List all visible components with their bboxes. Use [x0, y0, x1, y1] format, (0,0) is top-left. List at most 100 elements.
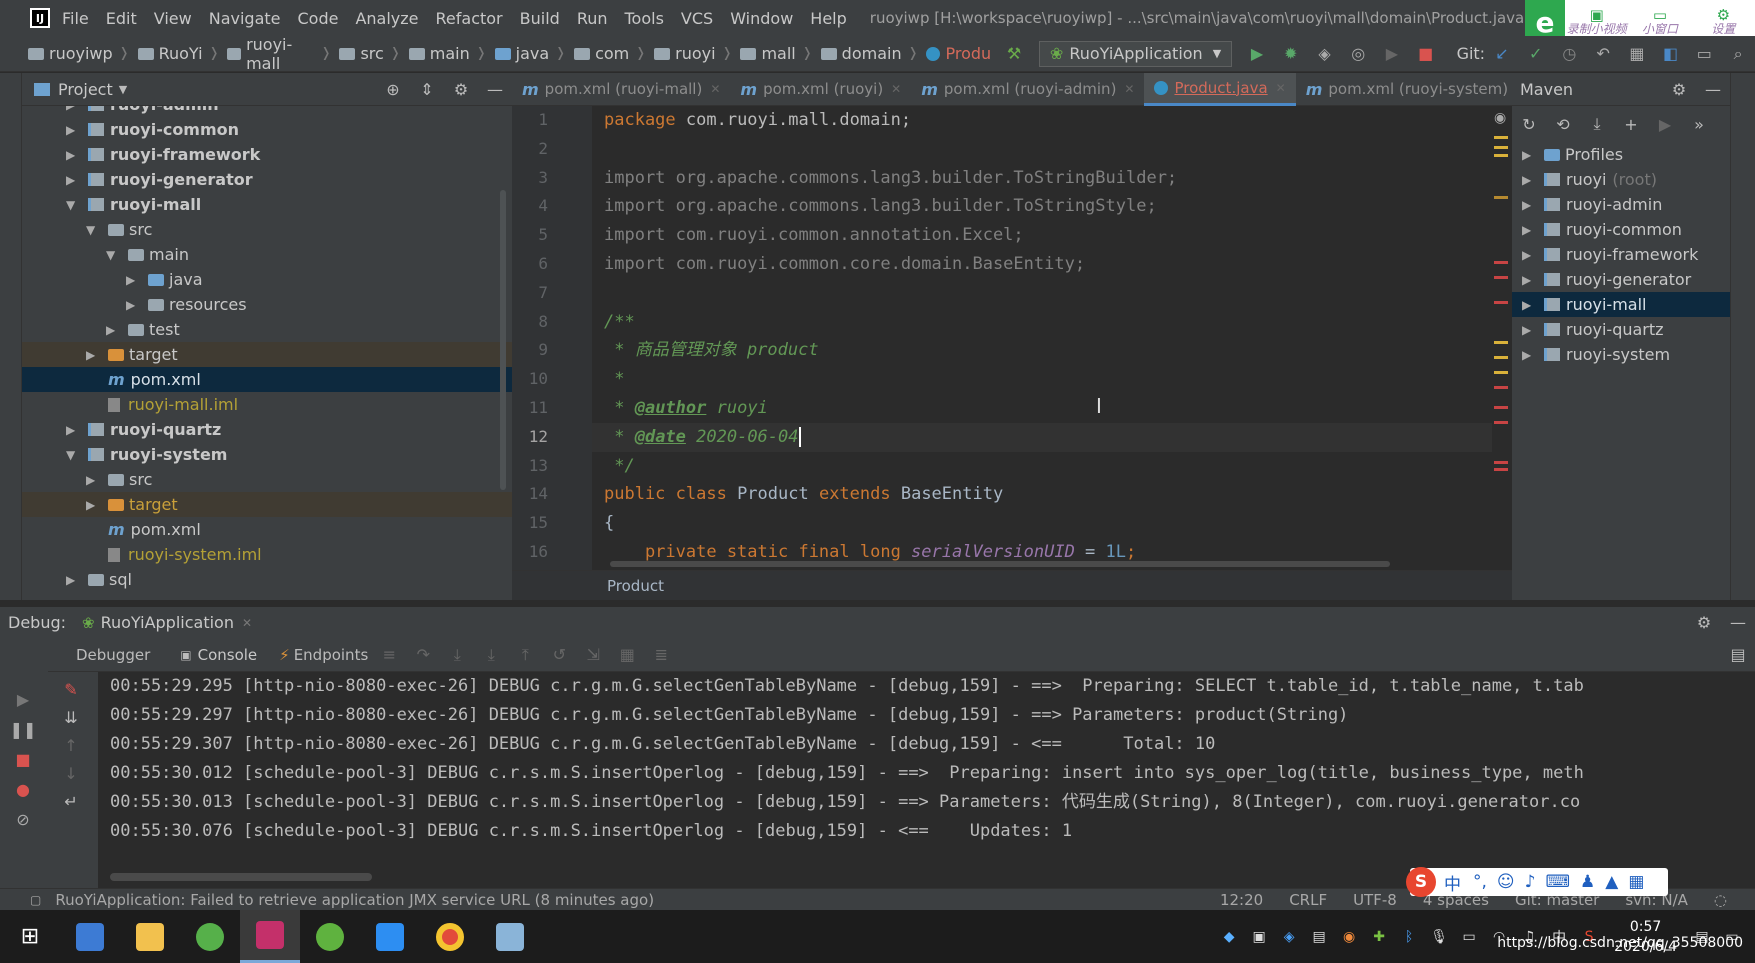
maven-tree-node[interactable]: ▶ ruoyi-mall [1512, 292, 1730, 317]
step-over-icon[interactable]: ↷ [414, 645, 432, 664]
maven-tree-node[interactable]: ▶ ruoyi-common [1512, 217, 1730, 242]
tree-node[interactable]: ▶ ruoyi-generator [22, 167, 512, 192]
resume-icon[interactable]: ▶ [14, 690, 32, 709]
menu-item-build[interactable]: Build [520, 9, 560, 28]
menu-item-vcs[interactable]: VCS [681, 9, 713, 28]
chevron-right-icon[interactable]: ▶ [86, 348, 100, 362]
gear-icon[interactable]: ⚙ [1695, 613, 1713, 632]
notifications-icon[interactable]: ◌ [1714, 891, 1727, 909]
chevron-right-icon[interactable]: ▶ [86, 473, 100, 487]
step-into-icon[interactable]: ⤓ [448, 645, 466, 664]
chevron-right-icon[interactable]: ▶ [106, 323, 120, 337]
code-line[interactable]: import org.apache.commons.lang3.builder.… [592, 164, 1492, 193]
record-video-button[interactable]: ▣ 录制小视频 [1565, 8, 1628, 37]
code-line[interactable]: public class Product extends BaseEntity [592, 480, 1492, 509]
chevron-right-icon[interactable]: ▶ [1522, 223, 1536, 237]
chevron-right-icon[interactable]: ▶ [66, 573, 80, 587]
chevron-right-icon[interactable]: ▶ [66, 173, 80, 187]
chevron-down-icon[interactable]: ▼ [106, 248, 120, 262]
menu-item-code[interactable]: Code [298, 9, 339, 28]
evaluate-icon[interactable]: ▦ [618, 645, 636, 664]
hide-icon[interactable]: — [486, 80, 504, 99]
code-line[interactable]: /** [592, 308, 1492, 337]
stop-icon[interactable]: ■ [14, 750, 32, 769]
download-icon[interactable]: ⤓ [1588, 114, 1606, 133]
add-icon[interactable]: + [1622, 115, 1640, 134]
console-line[interactable]: 00:55:29.297 [http-nio-8080-exec-26] DEB… [98, 701, 1738, 730]
hide-icon[interactable]: — [1704, 80, 1722, 99]
editor-tab[interactable]: m pom.xml (ruoyi) ✕ [730, 73, 911, 106]
more-icon[interactable]: » [1690, 115, 1708, 134]
chevron-right-icon[interactable]: ▶ [126, 298, 140, 312]
menu-item-window[interactable]: Window [730, 9, 793, 28]
menu-item-help[interactable]: Help [810, 9, 846, 28]
taskbar-app-chrome[interactable] [420, 910, 480, 963]
tab-endpoints[interactable]: Endpoints [294, 646, 369, 664]
status-message[interactable]: RuoYiApplication: Failed to retrieve app… [55, 891, 654, 909]
breadcrumb-item[interactable]: com ❭ [574, 44, 646, 63]
run-icon[interactable]: ▶ [1248, 44, 1266, 63]
tree-node[interactable]: m pom.xml [22, 367, 512, 392]
tree-node[interactable]: ▶ ruoyi-quartz [22, 417, 512, 442]
menu-item-run[interactable]: Run [577, 9, 608, 28]
maven-tree-node[interactable]: ▶ ruoyi (root) [1512, 167, 1730, 192]
maven-tree-node[interactable]: ▶ ruoyi-quartz [1512, 317, 1730, 342]
tree-node[interactable]: ▶ java [22, 267, 512, 292]
debug-icon[interactable]: ✹ [1282, 44, 1300, 63]
mute-breakpoints-icon[interactable]: ⊘ [14, 810, 32, 829]
console-output[interactable]: 00:55:29.295 [http-nio-8080-exec-26] DEB… [98, 672, 1738, 888]
tree-node[interactable]: ▶ ruoyi-common [22, 117, 512, 142]
console-line[interactable]: 00:55:29.295 [http-nio-8080-exec-26] DEB… [98, 672, 1738, 701]
chevron-right-icon[interactable]: ▶ [66, 123, 80, 137]
keyboard-icon[interactable]: ⌨ [1546, 872, 1571, 892]
bluetooth-icon[interactable]: ᛒ [1396, 927, 1422, 947]
menu-item-refactor[interactable]: Refactor [436, 9, 503, 28]
breadcrumb-item[interactable]: RuoYi ❭ [137, 44, 219, 63]
code-line[interactable] [592, 279, 1492, 308]
skin-icon[interactable]: ▲ [1605, 872, 1618, 892]
debug-session-tab[interactable]: RuoYiApplication [101, 613, 234, 632]
chevron-right-icon[interactable]: ▶ [1522, 323, 1536, 337]
code-line[interactable]: * [592, 365, 1492, 394]
taskbar-app-computer[interactable] [60, 910, 120, 963]
tree-node[interactable]: ruoyi-system.iml [22, 542, 512, 567]
code-line[interactable]: * @date 2020-06-04 [592, 422, 1492, 452]
battery-icon[interactable]: ▭ [1456, 927, 1482, 947]
editor-error-stripe[interactable]: ◉ [1492, 106, 1510, 570]
chevron-right-icon[interactable]: ▶ [1522, 148, 1536, 162]
close-icon[interactable]: ✕ [242, 616, 252, 630]
caret-position[interactable]: 12:20 [1220, 891, 1263, 909]
maven-tree-node[interactable]: ▶ ruoyi-generator [1512, 267, 1730, 292]
stop-icon[interactable]: ■ [1417, 44, 1435, 63]
gear-icon[interactable]: ⚙ [1670, 80, 1688, 99]
rollback-icon[interactable]: ↶ [1594, 44, 1612, 63]
taskbar-app-calendar[interactable] [360, 910, 420, 963]
tree-node[interactable]: ruoyi-mall.iml [22, 392, 512, 417]
tree-node[interactable]: ▶ ruoyi-framework [22, 142, 512, 167]
refresh-icon[interactable]: ↻ [1520, 115, 1538, 134]
breakpoints-icon[interactable]: ● [14, 780, 32, 799]
code-line[interactable]: import com.ruoyi.common.annotation.Excel… [592, 221, 1492, 250]
chevron-down-icon[interactable]: ▼ [66, 448, 80, 462]
code-line[interactable] [592, 135, 1492, 164]
menu-item-navigate[interactable]: Navigate [209, 9, 281, 28]
chevron-right-icon[interactable]: ▶ [1522, 348, 1536, 362]
chevron-right-icon[interactable]: ▶ [66, 423, 80, 437]
gear-icon[interactable]: ⚙ [452, 80, 470, 99]
sdk-icon[interactable]: ◧ [1662, 44, 1680, 63]
chevron-down-icon[interactable]: ▼ [66, 198, 80, 212]
breadcrumb-item[interactable]: domain ❭ [820, 44, 918, 63]
shield-icon[interactable]: ◈ [1276, 927, 1302, 947]
line-separator[interactable]: CRLF [1289, 891, 1327, 909]
tree-node[interactable]: ▶ ruoyi-admin [22, 106, 512, 117]
down-icon[interactable]: ↓ [62, 764, 80, 783]
emoji-icon[interactable]: ☺ [1497, 872, 1515, 892]
plus-tray-icon[interactable]: ✚ [1366, 927, 1392, 947]
trace-icon[interactable]: ≣ [652, 645, 670, 664]
tab-console[interactable]: Console [198, 646, 258, 664]
soft-wrap-icon[interactable]: ↵ [62, 792, 80, 811]
maven-tree-node[interactable]: ▶ Profiles [1512, 142, 1730, 167]
menu-item-file[interactable]: File [62, 9, 89, 28]
tree-node[interactable]: ▶ src [22, 467, 512, 492]
close-icon[interactable]: ✕ [710, 82, 720, 96]
